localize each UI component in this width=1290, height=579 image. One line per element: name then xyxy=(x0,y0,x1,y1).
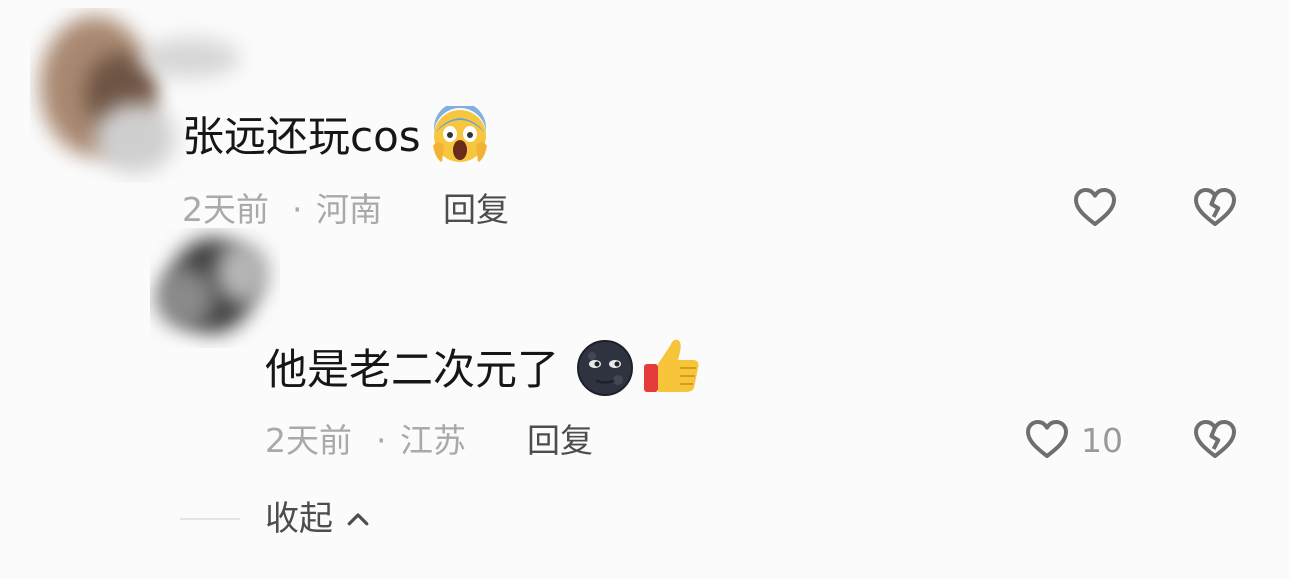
comment-text: 张远还玩cos xyxy=(182,112,421,161)
location: 江苏 xyxy=(400,421,466,460)
broken-heart-icon[interactable] xyxy=(1191,183,1239,231)
face-screaming-in-fear-icon xyxy=(430,102,490,166)
meta-separator: · xyxy=(292,190,303,229)
like-count: 10 xyxy=(1081,421,1123,460)
thumbs-up-icon xyxy=(640,334,702,396)
timestamp: 2天前 xyxy=(182,190,269,229)
comment-text: 他是老二次元了 xyxy=(265,345,560,394)
broken-heart-icon[interactable] xyxy=(1191,415,1239,463)
timestamp: 2天前 xyxy=(265,421,352,460)
heart-outline-icon[interactable] xyxy=(1023,415,1071,463)
heart-outline-icon[interactable] xyxy=(1071,183,1119,231)
location: 河南 xyxy=(316,190,382,229)
reply-button[interactable]: 回复 xyxy=(527,424,593,457)
reply-button[interactable]: 回复 xyxy=(443,193,509,226)
meta-separator: · xyxy=(376,421,387,460)
collapse-label: 收起 xyxy=(265,499,333,539)
chevron-up-icon xyxy=(343,505,373,535)
new-moon-face-icon xyxy=(575,338,635,398)
collapse-divider xyxy=(180,518,240,520)
avatar[interactable] xyxy=(150,228,280,348)
